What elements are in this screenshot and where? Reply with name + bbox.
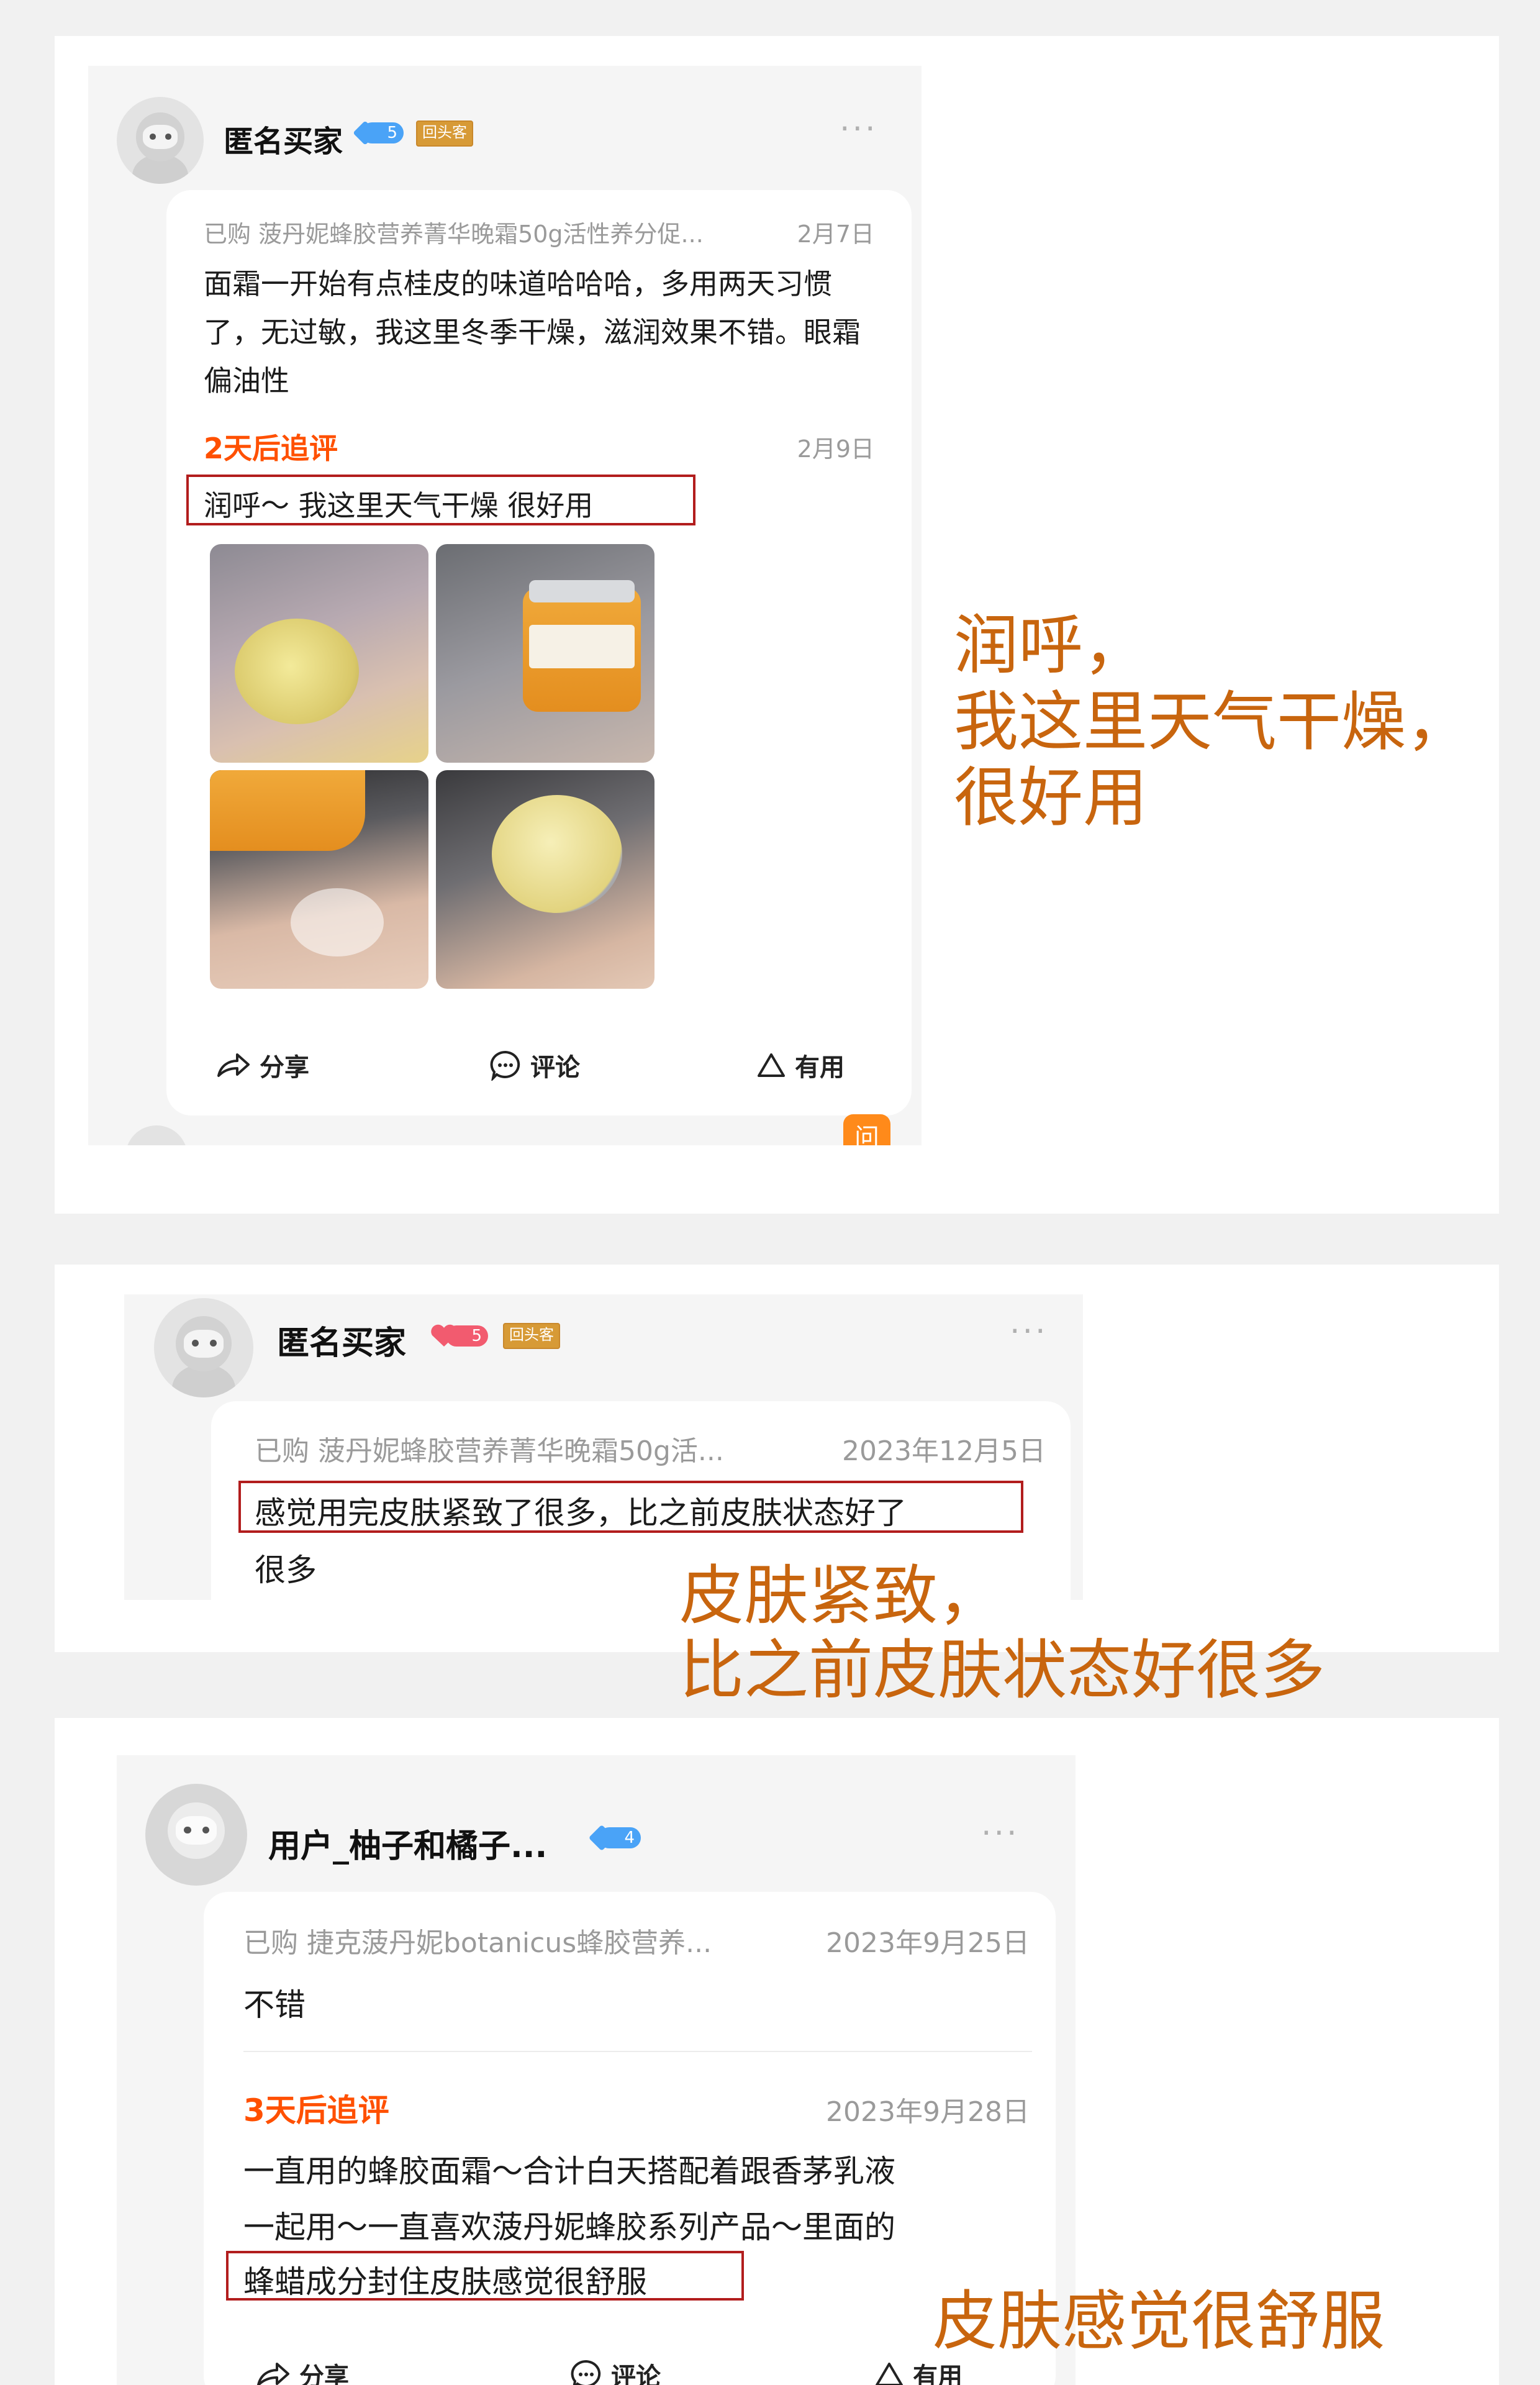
comment-icon <box>490 1050 520 1081</box>
comment-icon <box>571 2360 601 2385</box>
useful-button[interactable]: 有用 <box>756 1047 845 1083</box>
comment-button[interactable]: 评论 <box>489 1047 580 1083</box>
followup-highlight-text: 蜂蜡成分封住皮肤感觉很舒服 <box>243 2264 647 2300</box>
more-options-icon[interactable]: ··· <box>981 1817 1020 1850</box>
followup-text-line: 一直用的蜂胶面霜～合计白天搭配着跟香茅乳液 <box>243 2153 895 2189</box>
username[interactable]: 匿名买家 <box>224 117 343 160</box>
review-text: 不错 <box>243 1987 306 2023</box>
level-badge: 5 <box>361 122 404 143</box>
annotation-text-1: 润呼， 我这里天气干燥， 很好用 <box>954 607 1470 836</box>
review-highlight-text: 感觉用完皮肤紧致了很多，比之前皮肤状态好了 <box>255 1495 907 1531</box>
annotation-line: 润呼， <box>954 607 1148 683</box>
avatar[interactable] <box>154 1298 253 1397</box>
next-avatar-partial <box>125 1125 188 1145</box>
level-badge: 4 <box>599 1827 641 1848</box>
followup-label: 3天后追评 <box>243 2092 389 2128</box>
review-text-rest: 很多 <box>255 1552 317 1588</box>
avatar[interactable] <box>145 1784 247 1886</box>
review-date: 2023年9月25日 <box>826 1927 1030 1959</box>
avatar[interactable] <box>117 97 204 184</box>
panel-review-1: 匿名买家 5 回头客 ··· 已购 菠丹妮蜂胶营养菁华晚霜50g活性养分促...… <box>55 36 1499 1214</box>
review-date: 2023年12月5日 <box>842 1435 1046 1467</box>
comment-label: 评论 <box>611 2363 661 2385</box>
comment-button[interactable]: 评论 <box>570 2356 661 2385</box>
review-photo[interactable] <box>210 544 428 763</box>
repeat-customer-badge: 回头客 <box>503 1323 560 1349</box>
annotation-line: 很好用 <box>954 760 1148 836</box>
useful-label: 有用 <box>913 2363 962 2385</box>
annotation-line: 比之前皮肤状态好很多 <box>679 1632 1326 1708</box>
repeat-customer-badge: 回头客 <box>416 120 473 147</box>
share-icon <box>257 2363 289 2385</box>
annotation-line: 我这里天气干燥， <box>954 683 1471 760</box>
divider <box>243 2051 1032 2052</box>
useful-icon <box>758 1053 785 1077</box>
followup-text: 润呼～ 我这里天气干燥 很好用 <box>204 489 594 522</box>
more-options-icon[interactable]: ··· <box>1010 1315 1048 1348</box>
review-photo[interactable] <box>210 770 428 989</box>
purchased-product[interactable]: 已购 菠丹妮蜂胶营养菁华晚霜50g活... <box>255 1429 724 1468</box>
followup-date: 2月9日 <box>797 435 874 463</box>
comment-label: 评论 <box>530 1053 580 1082</box>
review-text: 面霜一开始有点桂皮的味道哈哈哈，多用两天习惯了，无过敏，我这里冬季干燥，滋润效果… <box>204 267 861 398</box>
panel-review-3: 用户_柚子和橘子... 4 ··· 已购 捷克菠丹妮botanicus蜂胶营养.… <box>55 1718 1499 2385</box>
review-screenshot-2: 匿名买家 5 回头客 ··· 已购 菠丹妮蜂胶营养菁华晚霜50g活... 202… <box>124 1294 1083 1600</box>
review-screenshot-3: 用户_柚子和橘子... 4 ··· 已购 捷克菠丹妮botanicus蜂胶营养.… <box>117 1755 1076 2385</box>
useful-icon <box>876 2363 903 2385</box>
purchased-product[interactable]: 已购 菠丹妮蜂胶营养菁华晚霜50g活性养分促... <box>204 215 704 249</box>
useful-label: 有用 <box>795 1053 845 1082</box>
question-tag[interactable]: 问 <box>843 1114 890 1145</box>
username[interactable]: 用户_柚子和橘子... <box>268 1820 547 1866</box>
review-card: 已购 菠丹妮蜂胶营养菁华晚霜50g活性养分促... 2月7日 面霜一开始有点桂皮… <box>166 190 912 1115</box>
review-screenshot-1: 匿名买家 5 回头客 ··· 已购 菠丹妮蜂胶营养菁华晚霜50g活性养分促...… <box>88 66 922 1145</box>
share-button[interactable]: 分享 <box>256 2356 349 2385</box>
purchased-product[interactable]: 已购 捷克菠丹妮botanicus蜂胶营养... <box>243 1920 712 1960</box>
review-photo[interactable] <box>436 544 654 763</box>
annotation-line: 皮肤紧致， <box>679 1558 1003 1633</box>
more-options-icon[interactable]: ··· <box>840 113 878 145</box>
followup-label: 2天后追评 <box>204 432 338 465</box>
share-label: 分享 <box>299 2363 349 2385</box>
share-button[interactable]: 分享 <box>216 1047 309 1083</box>
level-badge: 5 <box>446 1325 488 1347</box>
followup-text-line: 一起用～一直喜欢菠丹妮蜂胶系列产品～里面的 <box>243 2209 895 2245</box>
followup-date: 2023年9月28日 <box>826 2096 1030 2128</box>
review-photo[interactable] <box>436 770 654 989</box>
useful-button[interactable]: 有用 <box>874 2356 962 2385</box>
username[interactable]: 匿名买家 <box>277 1317 406 1363</box>
annotation-text-3: 皮肤感觉很舒服 <box>933 2283 1385 2359</box>
share-icon <box>217 1053 250 1077</box>
review-card: 已购 捷克菠丹妮botanicus蜂胶营养... 2023年9月25日 不错 3… <box>204 1892 1056 2385</box>
annotation-text-2: 皮肤紧致， 比之前皮肤状态好很多 <box>679 1558 1326 1708</box>
share-label: 分享 <box>260 1053 309 1082</box>
review-date: 2月7日 <box>797 220 874 248</box>
